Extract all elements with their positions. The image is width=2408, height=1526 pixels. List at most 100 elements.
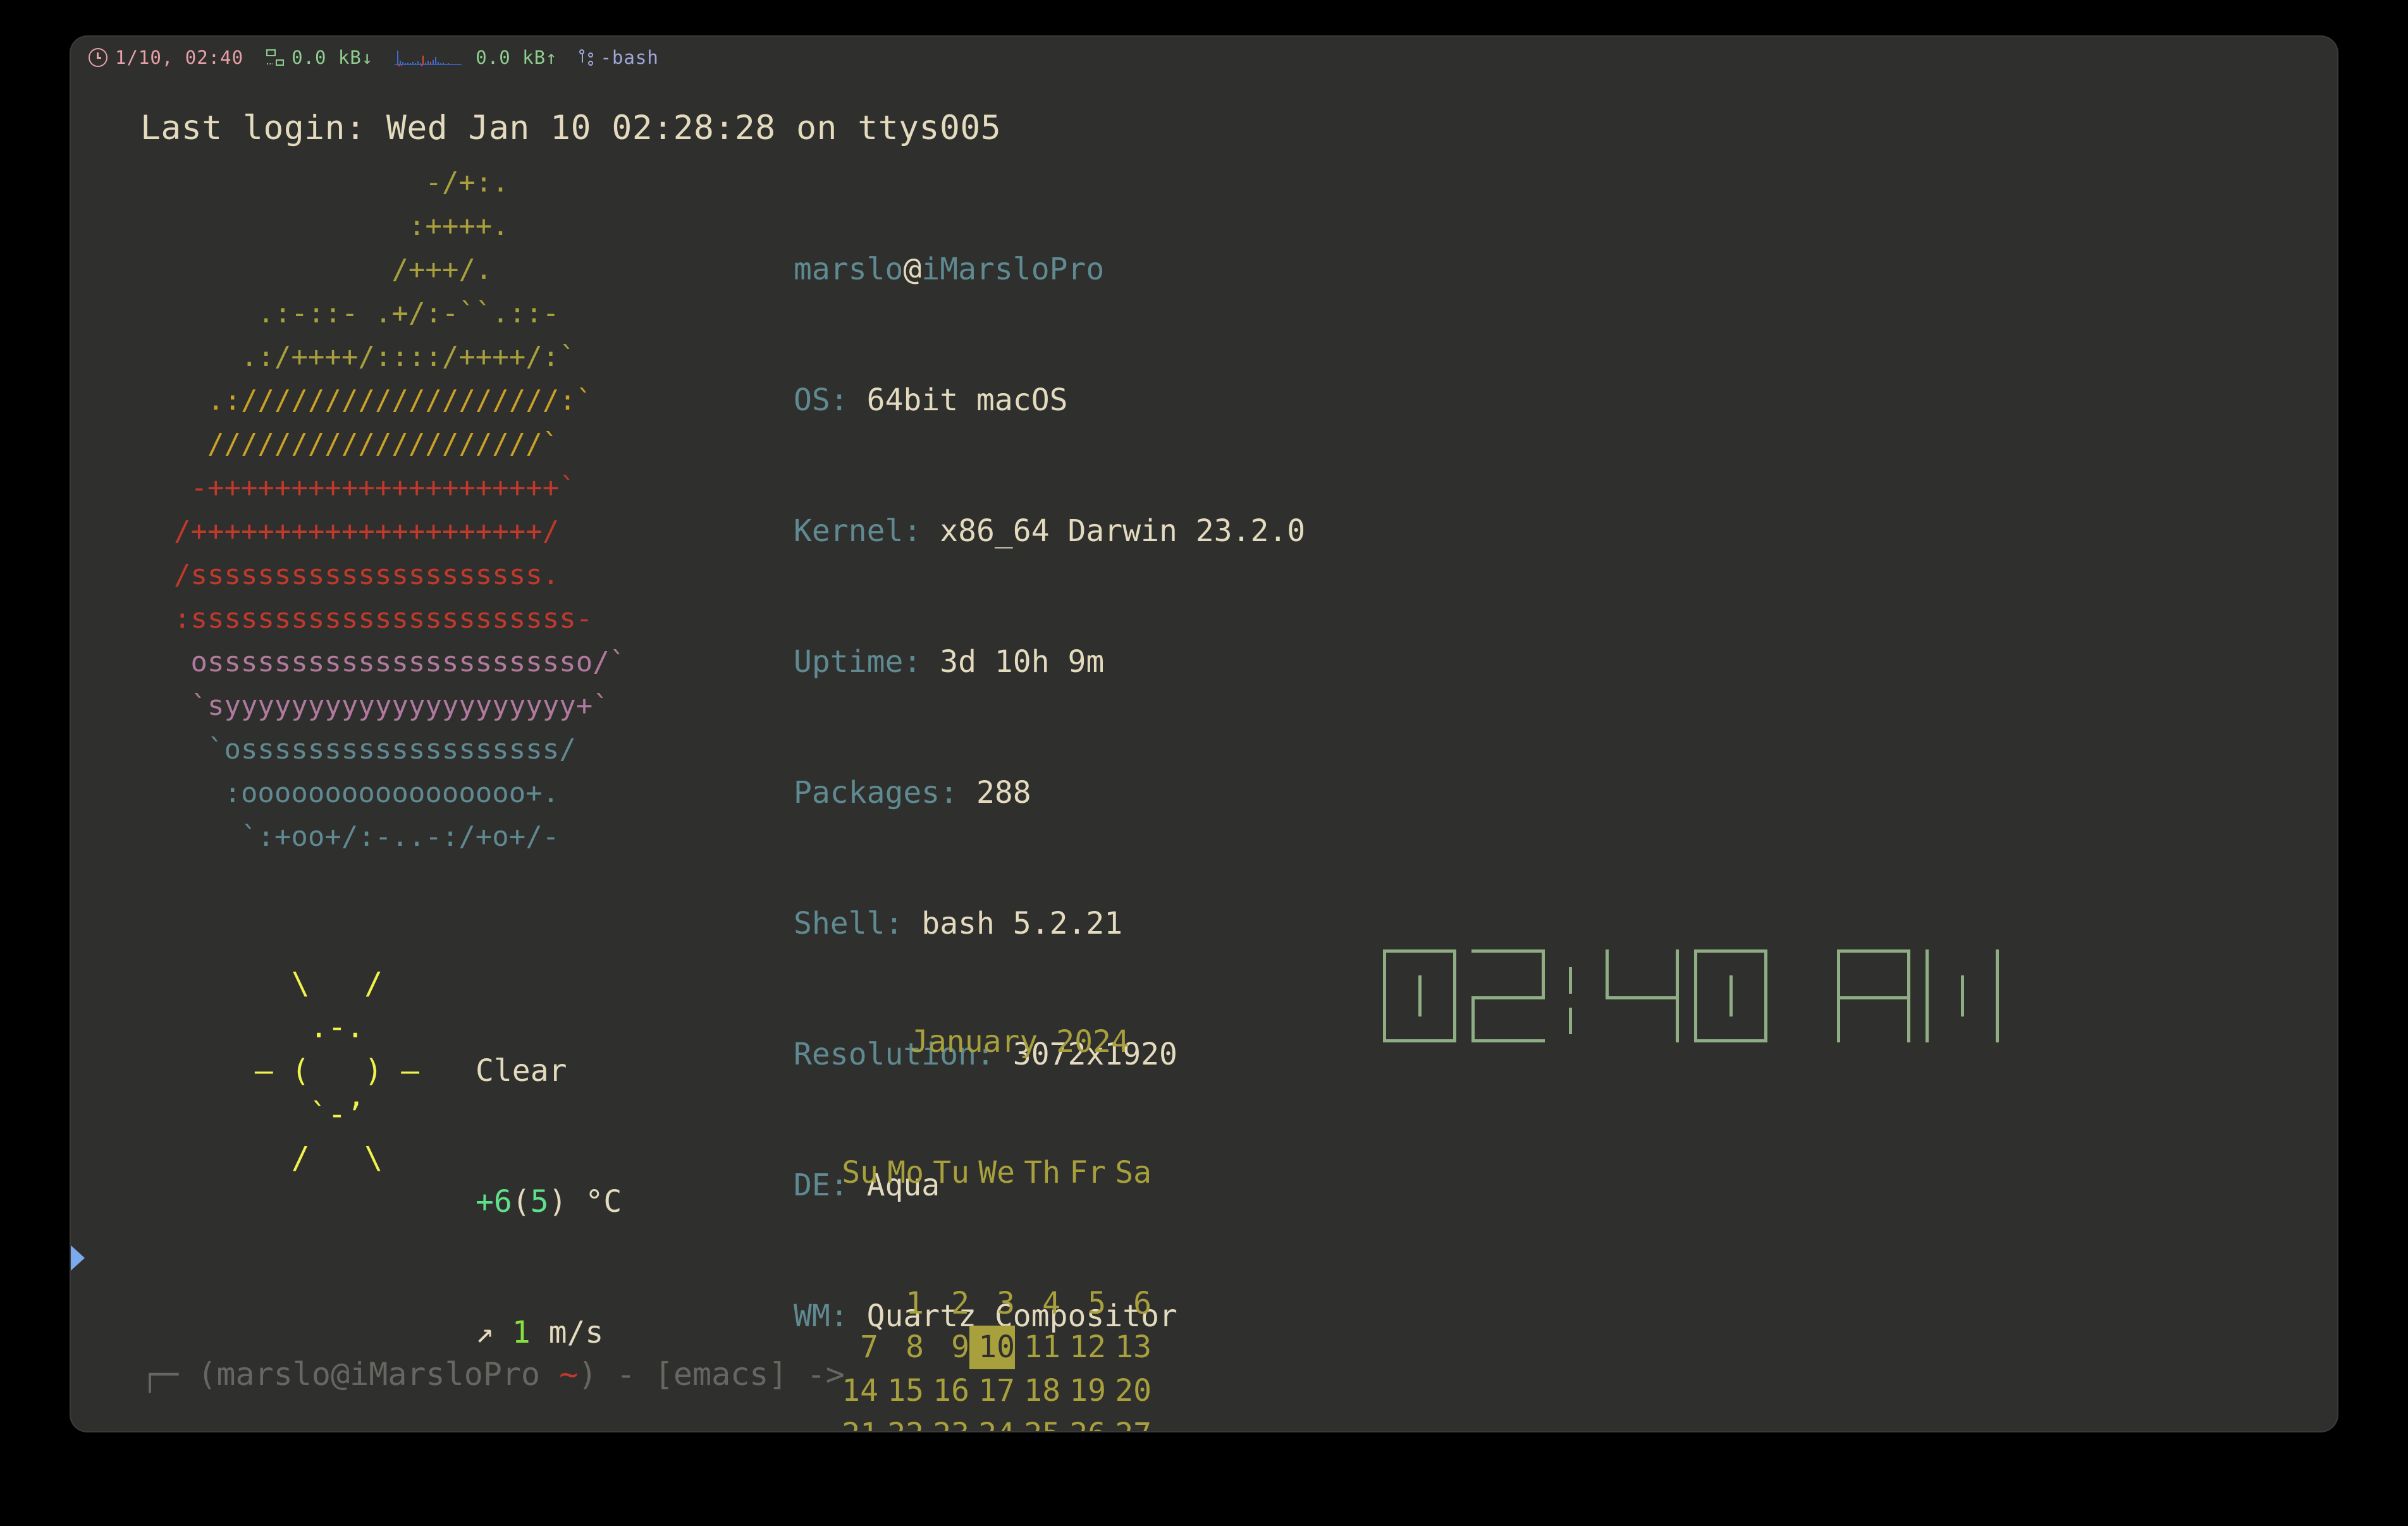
clock-segment xyxy=(1383,996,1386,1042)
calendar-day-cell: 18 xyxy=(1024,1373,1060,1408)
network-activity-sparkline xyxy=(395,48,462,67)
sysinfo-value: 288 xyxy=(976,775,1031,810)
weather-temperature-row: +6(5) °C xyxy=(476,1180,622,1224)
clock-segment xyxy=(1926,996,1929,1042)
calendar-week-row: 14 15 16 17 18 19 20 xyxy=(833,1369,1152,1413)
calendar-widget: January 2024 Su Mo Tu We Th Fr Sa 1 2 3 4 5 6 7 8 9 10 1… xyxy=(833,933,1152,1431)
clock-segment xyxy=(1837,996,1910,999)
clock-segment xyxy=(1926,949,1929,996)
clock-segment xyxy=(1694,1039,1767,1042)
upload-status-group: 0.0 kB↑ xyxy=(476,47,579,68)
ascii-art-row: :++++. xyxy=(140,210,509,242)
sysinfo-at: @ xyxy=(903,252,922,287)
calendar-weekday: Su xyxy=(842,1155,878,1190)
sysinfo-row: Kernel: x86_64 Darwin 23.2.0 xyxy=(794,510,1707,553)
clock-segment xyxy=(1694,949,1767,953)
prompt-line-1-suffix: ) - [emacs] -> xyxy=(578,1356,845,1393)
sysinfo-row: OS: 64bit macOS xyxy=(794,379,1707,422)
calendar-weekday: Th xyxy=(1024,1155,1060,1190)
shell-status-group: -bash xyxy=(579,47,659,68)
upload-rate: 0.0 kB↑ xyxy=(476,47,558,68)
clock-status-group: 1/10, 02:40 xyxy=(89,47,266,68)
weather-condition: Clear xyxy=(476,1053,567,1089)
clock-segment xyxy=(1837,949,1840,996)
weather-temp-open: ( xyxy=(512,1184,531,1219)
sysinfo-host: iMarsloPro xyxy=(921,252,1105,287)
ascii-art-row: :sssssssssssssssssssssss- xyxy=(140,602,593,635)
clock-segment xyxy=(1418,975,1422,1016)
clock-segment xyxy=(1729,975,1733,1016)
clock-segment xyxy=(1764,996,1767,1042)
prompt-arrow-marker xyxy=(71,1245,85,1271)
calendar-day-cell: 24 xyxy=(969,1413,1015,1431)
weather-temp-feels: 5 xyxy=(530,1184,549,1219)
ascii-art-row: ////////////////////` xyxy=(140,428,560,460)
clock-segment xyxy=(1383,949,1386,996)
calendar-weekday: Tu xyxy=(933,1155,969,1190)
network-icon xyxy=(266,49,285,66)
calendar-day-cell: 12 xyxy=(1069,1329,1106,1365)
clock-segment xyxy=(1961,975,1964,1016)
weather-temp-close: ) xyxy=(548,1184,567,1219)
clock-segment xyxy=(1606,949,1609,996)
clock-meridiem-m xyxy=(1926,949,1999,1042)
clock-segment xyxy=(1837,949,1910,953)
clock-digit-2 xyxy=(1606,949,1679,1042)
sysinfo-value: 64bit macOS xyxy=(866,382,1068,418)
ascii-art-row: :ooooooooooooooooo+. xyxy=(140,777,560,809)
weather-art-row: \ / xyxy=(236,966,383,1001)
calendar-week-row: 7 8 9 10 11 12 13 xyxy=(833,1326,1152,1369)
git-branch-icon xyxy=(579,49,593,66)
calendar-day-cell: 15 xyxy=(887,1373,924,1408)
clock-segment xyxy=(1383,1039,1456,1042)
clock-segment xyxy=(1694,949,1697,996)
clock-segment xyxy=(1764,949,1767,996)
clock-segment xyxy=(1453,996,1456,1042)
weather-temp-main: +6 xyxy=(476,1184,512,1219)
ascii-art-row: .:///////////////////:` xyxy=(140,384,593,417)
weather-art-row: `-’ xyxy=(236,1097,365,1132)
last-login-line: Last login: Wed Jan 10 02:28:28 on ttys0… xyxy=(140,109,1002,147)
clock-segment xyxy=(1471,949,1545,953)
calendar-day-cell: 23 xyxy=(924,1413,969,1431)
clock-segment xyxy=(1471,1039,1545,1042)
shell-prompt[interactable]: ┌─ (marslo@iMarsloPro ~) - [emacs] -> └─… xyxy=(140,1260,845,1431)
sysinfo-userhost: marslo@iMarsloPro xyxy=(794,248,1707,291)
calendar-day-cell: 22 xyxy=(878,1413,924,1431)
calendar-weekday: Sa xyxy=(1115,1155,1152,1190)
calendar-day-cell: 4 xyxy=(1042,1286,1060,1321)
calendar-day-cell: 25 xyxy=(1015,1413,1060,1431)
sysinfo-key: OS: xyxy=(794,382,849,418)
sysinfo-row: Packages: 288 xyxy=(794,771,1707,815)
ascii-art-row: `syyyyyyyyyyyyyyyyyyyyy+` xyxy=(140,690,610,722)
calendar-week-row: 123456 xyxy=(833,1282,1152,1326)
clock-digit-0 xyxy=(1383,949,1456,1042)
calendar-weekday: Fr xyxy=(1069,1155,1106,1190)
terminal-content[interactable]: Last login: Wed Jan 10 02:28:28 on ttys0… xyxy=(71,78,2337,1431)
ascii-art-row: /sssssssssssssssssssss. xyxy=(140,559,560,591)
calendar-week-row: 21222324252627 xyxy=(833,1413,1152,1431)
clock-segment xyxy=(1907,996,1910,1042)
prompt-tilde: ~ xyxy=(559,1356,579,1393)
calendar-day-cell: 6 xyxy=(1133,1286,1152,1321)
clock-segment xyxy=(1996,996,1999,1042)
calendar-title: January 2024 xyxy=(910,1024,1129,1059)
weather-temp-unit: °C xyxy=(585,1184,622,1219)
ascii-art-row: `osssssssssssssssssss/ xyxy=(140,733,576,766)
ascii-art-row: `:+oo+/:-..-:/+o+/- xyxy=(140,821,560,853)
clock-segment xyxy=(1676,996,1679,1042)
sysinfo-row: Uptime: 3d 10h 9m xyxy=(794,640,1707,684)
download-rate: 0.0 kB↓ xyxy=(292,47,374,68)
terminal-window[interactable]: 1/10, 02:40 0.0 kB↓ 0.0 kB↑ -bash Last l… xyxy=(71,37,2337,1431)
clock-segment xyxy=(1837,996,1840,1042)
weather-art-row: .-. xyxy=(236,1010,365,1045)
calendar-day-cell: 16 xyxy=(933,1373,969,1408)
calendar-day-cell: 3 xyxy=(997,1286,1015,1321)
ascii-art-row: -/+:. xyxy=(140,166,509,198)
terminal-title-bar[interactable]: 1/10, 02:40 0.0 kB↓ 0.0 kB↑ -bash xyxy=(71,37,2337,78)
clock-icon xyxy=(89,48,108,67)
ascii-art-logo: -/+:. :++++. /+++/. .:-::- .+/:-``.::- .… xyxy=(140,161,626,858)
sysinfo-key: Kernel: xyxy=(794,513,922,549)
calendar-weekday: We xyxy=(978,1155,1015,1190)
ascii-art-row: -+++++++++++++++++++++` xyxy=(140,472,576,504)
